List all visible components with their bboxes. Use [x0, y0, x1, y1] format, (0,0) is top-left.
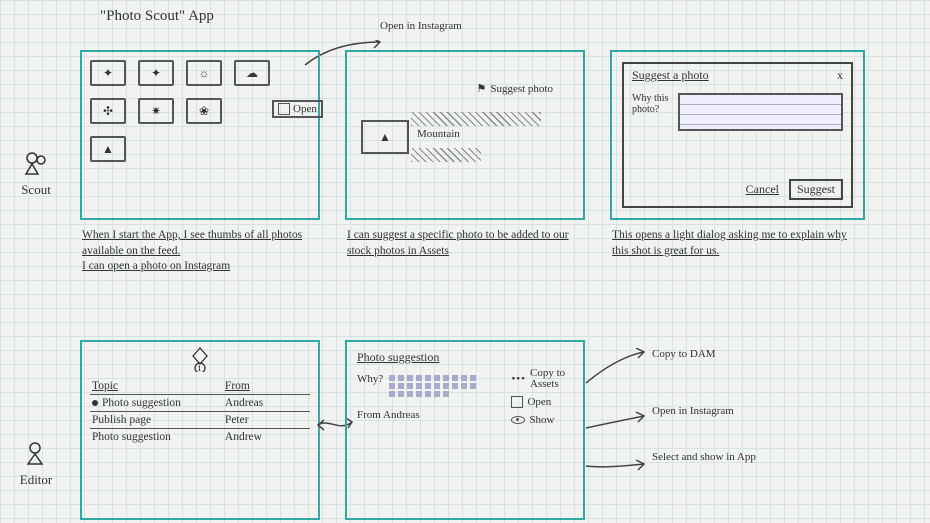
suggest-photo-link[interactable]: ⚑ Suggest photo [476, 82, 553, 95]
open-button-label: Open [293, 103, 317, 115]
suggested-photo[interactable]: ▲ [361, 120, 409, 154]
suggest-dialog: Suggest a photo x Why this photo? Cancel… [622, 62, 853, 208]
open-button[interactable]: Open [272, 100, 323, 118]
show-action[interactable]: Show [511, 414, 575, 426]
copy-icon: ••• [511, 373, 526, 385]
why-label: Why this photo? [632, 93, 672, 131]
hatch-highlight [411, 148, 481, 162]
svg-text:1: 1 [198, 364, 202, 372]
copy-to-assets-action[interactable]: ••• Copy to Assets [511, 368, 575, 390]
suggest-photo-label: Suggest photo [490, 83, 553, 95]
open-link-icon [278, 103, 290, 115]
why-text-squiggle [389, 373, 479, 399]
thumb[interactable]: ❀ [186, 98, 222, 124]
annotation-open-in-instagram: Open in Instagram [380, 20, 462, 32]
thumb[interactable]: ☼ [186, 60, 222, 86]
frame-sidenotes: Copy to DAM Open in Instagram Select and… [610, 340, 865, 520]
flag-icon: ⚑ [476, 82, 486, 95]
frame-suggest: ⚑ Suggest photo ▲ Mountain [345, 50, 585, 220]
unread-dot-icon [92, 400, 98, 406]
caption-frame2: I can suggest a specific photo to be add… [347, 228, 587, 259]
note-copy-to-dam: Copy to DAM [652, 347, 716, 361]
suggested-photo-label: Mountain [417, 128, 460, 140]
caption-frame1: When I start the App, I see thumbs of al… [82, 228, 322, 275]
eye-icon [511, 416, 525, 424]
thumb[interactable]: ✷ [138, 98, 174, 124]
detail-title: Photo suggestion [357, 350, 573, 365]
note-open-in-instagram: Open in Instagram [652, 404, 734, 418]
table-row[interactable]: Photo suggestion Andrew [90, 428, 310, 445]
person-icon [6, 150, 66, 180]
col-topic: Topic [92, 380, 225, 392]
thumb[interactable]: ▲ [90, 136, 126, 162]
frame-detail: Photo suggestion Why? From Andreas ••• C… [345, 340, 585, 520]
thumb[interactable]: ✦ [138, 60, 174, 86]
thumb[interactable]: ☁ [234, 60, 270, 86]
table-row[interactable]: Photo suggestion Andreas [90, 394, 310, 411]
persona-scout-label: Scout [21, 182, 51, 197]
app-title: "Photo Scout" App [100, 8, 214, 25]
thumb[interactable]: ✦ [90, 60, 126, 86]
thumb[interactable]: ✣ [90, 98, 126, 124]
inbox-table: Topic From Photo suggestion Andreas Publ… [90, 378, 310, 445]
close-icon[interactable]: x [837, 68, 843, 83]
from-label: From [357, 409, 381, 421]
table-header: Topic From [90, 378, 310, 394]
open-action[interactable]: Open [511, 396, 575, 408]
cancel-button[interactable]: Cancel [746, 182, 779, 197]
table-row[interactable]: Publish page Peter [90, 411, 310, 428]
note-select-show: Select and show in App [652, 450, 756, 464]
notification-badge: 1 [189, 346, 211, 376]
persona-scout: Scout [6, 150, 66, 198]
persona-editor: Editor [6, 440, 66, 488]
person-icon [6, 440, 66, 470]
hatch-highlight [411, 112, 541, 126]
why-label: Why? [357, 373, 383, 399]
dialog-title: Suggest a photo [632, 68, 843, 83]
from-name: Andreas [383, 409, 420, 421]
open-link-icon [511, 396, 523, 408]
persona-editor-label: Editor [20, 472, 53, 487]
why-textarea[interactable] [678, 93, 843, 131]
suggest-button[interactable]: Suggest [789, 179, 843, 200]
col-from: From [225, 380, 308, 392]
frame-inbox: 1 Topic From Photo suggestion Andreas Pu… [80, 340, 320, 520]
frame-thumbs: ✦ ✦ ☼ ☁ ✣ ✷ ❀ ▲ Open [80, 50, 320, 220]
caption-frame3: This opens a light dialog asking me to e… [612, 228, 852, 259]
frame-dialog: Suggest a photo x Why this photo? Cancel… [610, 50, 865, 220]
